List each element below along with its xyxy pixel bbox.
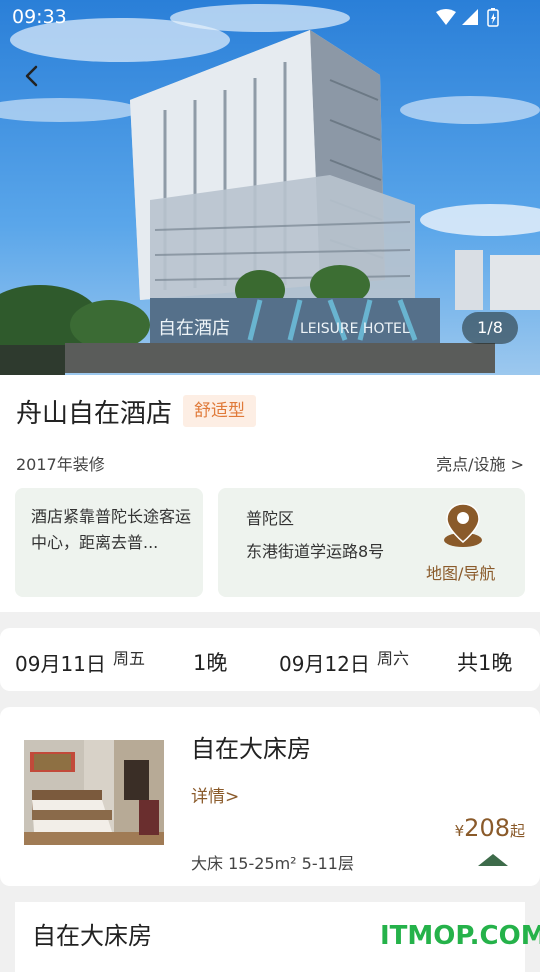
collapse-triangle-icon[interactable] — [478, 854, 508, 866]
date-selector[interactable]: 09月11日 周五 1晚 09月12日 周六 共1晚 — [0, 628, 540, 691]
back-arrow-icon[interactable] — [18, 62, 46, 90]
room-name: 自在大床房 — [191, 735, 311, 763]
map-pin-icon[interactable] — [443, 502, 483, 548]
map-navigation-link[interactable]: 地图/导航 — [426, 560, 495, 584]
price-currency: ¥ — [454, 822, 465, 840]
sign-text-left: 自在酒店 — [158, 318, 230, 339]
hotel-info-section: 舟山自在酒店 舒适型 2017年装修 亮点/设施 > 酒店紧靠普陀长途客运中心，… — [0, 375, 540, 612]
clock: 09:33 — [12, 6, 67, 28]
room-card[interactable]: 自在大床房 详情> ¥208起 大床 15-25m² 5-11层 — [0, 707, 540, 886]
status-icons — [436, 8, 499, 27]
facilities-link[interactable]: 亮点/设施 > — [436, 451, 524, 475]
address-card[interactable]: 普陀区 东港街道学运路8号 地图/导航 — [218, 488, 525, 597]
nights-count: 1晚 — [193, 651, 228, 675]
checkout-date[interactable]: 09月12日 — [279, 648, 370, 677]
status-bar: 09:33 — [0, 0, 540, 34]
hotel-type-tag: 舒适型 — [183, 395, 256, 427]
checkin-date[interactable]: 09月11日 — [15, 648, 106, 677]
street-address: 东港街道学运路8号 — [246, 542, 385, 561]
sign-text-right: LEISURE HOTEL — [300, 321, 410, 337]
wifi-icon — [436, 9, 456, 25]
hotel-description: 酒店紧靠普陀长途客运中心，距离去普... — [31, 507, 192, 552]
room-photo[interactable] — [24, 740, 164, 845]
room-type-name: 自在大床房 — [32, 922, 152, 950]
photo-counter: 1/8 — [462, 312, 518, 344]
checkin-weekday: 周五 — [113, 649, 146, 668]
checkout-weekday: 周六 — [377, 649, 410, 668]
room-specs: 大床 15-25m² 5-11层 — [191, 854, 354, 873]
room-details-link[interactable]: 详情> — [191, 782, 239, 807]
room-price: ¥208起 — [455, 814, 525, 842]
hotel-photo: 自在酒店 LEISURE HOTEL — [0, 0, 540, 375]
battery-icon — [487, 8, 499, 27]
price-amount: 208 — [464, 814, 510, 842]
renovation-year: 2017年装修 — [16, 455, 105, 474]
price-suffix: 起 — [509, 822, 525, 840]
hotel-photo-gallery[interactable]: 自在酒店 LEISURE HOTEL 09:33 1/8 — [0, 0, 540, 375]
hotel-name: 舟山自在酒店 — [16, 399, 173, 429]
hotel-description-card[interactable]: 酒店紧靠普陀长途客运中心，距离去普... — [15, 488, 203, 597]
cellular-signal-icon — [462, 9, 478, 25]
watermark: ITMOP.COM — [380, 921, 540, 951]
district: 普陀区 — [246, 509, 295, 528]
total-nights: 共1晚 — [457, 651, 513, 675]
